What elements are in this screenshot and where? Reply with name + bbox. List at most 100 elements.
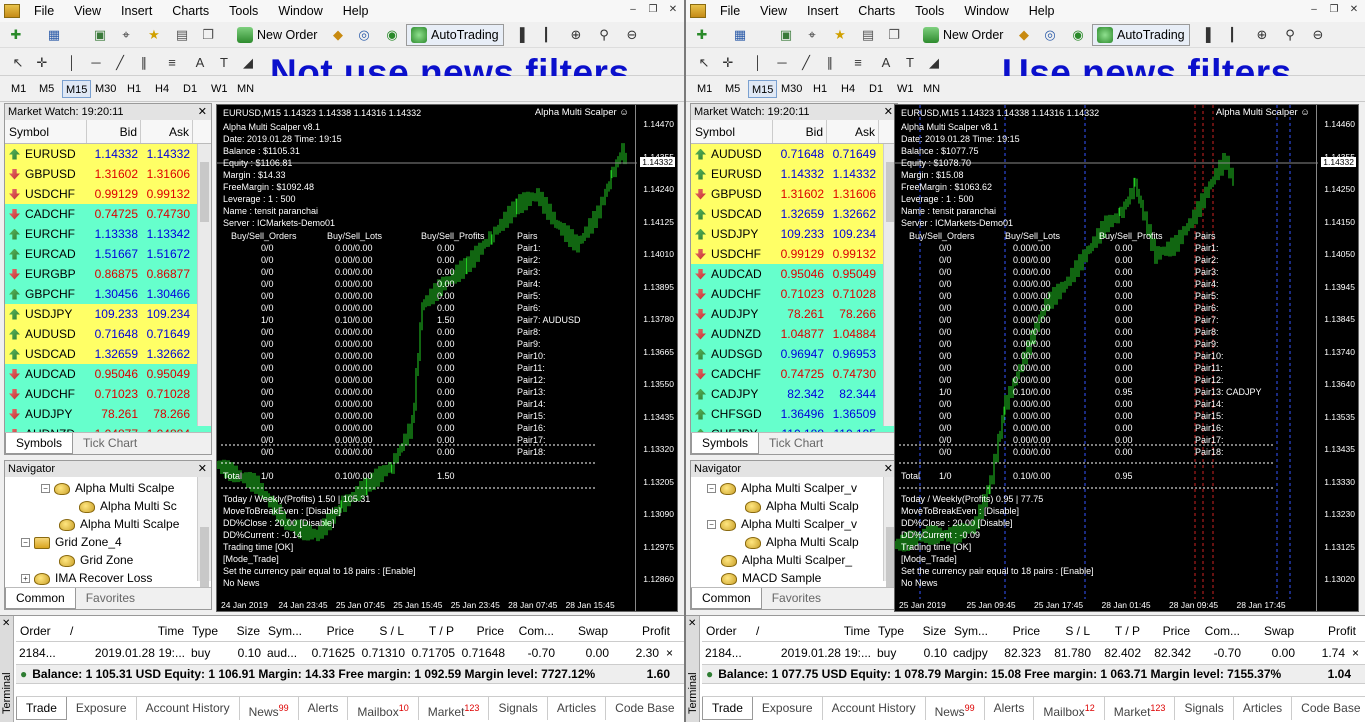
- column-header[interactable]: Price: [458, 624, 508, 638]
- column-header[interactable]: Profit: [612, 624, 674, 638]
- metaeditor-icon[interactable]: ◆: [328, 26, 348, 44]
- market-watch-row[interactable]: CADCHF 0.74725 0.74730: [5, 204, 211, 224]
- column-header[interactable]: S / L: [358, 624, 408, 638]
- restore-icon[interactable]: ❐: [1327, 4, 1341, 16]
- new-chart-icon[interactable]: ✚: [6, 26, 26, 44]
- timeframe-w1[interactable]: W1: [208, 80, 231, 98]
- column-bid[interactable]: Bid: [773, 120, 827, 143]
- navigator-icon[interactable]: ★: [830, 26, 850, 44]
- market-watch-row[interactable]: GBPUSD 1.31602 1.31606: [5, 164, 211, 184]
- market-watch-row[interactable]: AUDSGD 0.96947 0.96953: [691, 344, 897, 364]
- tab-exposure[interactable]: Exposure: [753, 697, 823, 720]
- market-watch-row[interactable]: USDCAD 1.32659 1.32662: [5, 344, 211, 364]
- market-watch-row[interactable]: EURGBP 0.86875 0.86877: [5, 264, 211, 284]
- market-watch-row[interactable]: USDJPY 109.233 109.234: [5, 304, 211, 324]
- close-icon[interactable]: ✕: [1347, 4, 1361, 16]
- tab-tick-chart[interactable]: Tick Chart: [73, 433, 147, 454]
- scrollbar-thumb[interactable]: [200, 527, 209, 587]
- tab-favorites[interactable]: Favorites: [76, 588, 145, 609]
- navigator-item[interactable]: Alpha Multi Sc: [79, 497, 177, 515]
- market-watch-row[interactable]: AUDCAD 0.95046 0.95049: [691, 264, 897, 284]
- new-order-button[interactable]: New Order: [232, 24, 322, 46]
- crosshair-tool-icon[interactable]: ✛: [32, 54, 52, 72]
- tab-common[interactable]: Common: [691, 588, 762, 609]
- market-watch-row[interactable]: CHFSGD 1.36496 1.36509: [691, 404, 897, 424]
- timeframe-m5[interactable]: M5: [36, 80, 57, 98]
- cursor-icon[interactable]: ↖: [694, 54, 714, 72]
- column-bid[interactable]: Bid: [87, 120, 141, 143]
- navigator-item[interactable]: Alpha Multi Scalp: [745, 497, 859, 515]
- market-watch-row[interactable]: EURCAD 1.51667 1.51672: [5, 244, 211, 264]
- zoom-in-icon[interactable]: ⊕: [1252, 26, 1272, 44]
- market-watch-row[interactable]: AUDCHF 0.71023 0.71028: [691, 284, 897, 304]
- tab-news[interactable]: News99: [240, 697, 299, 720]
- trade-row[interactable]: 2184... 2019.01.28 19:... buy 0.10 cadjpy 82.…: [702, 643, 1365, 663]
- scrollbar-thumb[interactable]: [200, 162, 209, 222]
- column-ask[interactable]: Ask: [141, 120, 193, 143]
- menu-charts[interactable]: Charts: [162, 0, 219, 22]
- timeframe-m5[interactable]: M5: [722, 80, 743, 98]
- tab-trade[interactable]: Trade: [702, 697, 753, 720]
- market-watch-row[interactable]: AUDJPY 78.261 78.266: [5, 404, 211, 424]
- column-header[interactable]: /: [752, 624, 770, 638]
- timeframe-h1[interactable]: H1: [124, 80, 144, 98]
- tab-symbols[interactable]: Symbols: [691, 433, 760, 454]
- chart-bars-icon[interactable]: ▐: [1196, 26, 1216, 44]
- column-header[interactable]: Size: [914, 624, 950, 638]
- market-watch-row[interactable]: AUDNZD 1.04877 1.04884: [691, 324, 897, 344]
- terminal-icon[interactable]: ▤: [172, 26, 192, 44]
- tester-icon[interactable]: ❐: [198, 26, 218, 44]
- tab-articles[interactable]: Articles: [548, 697, 607, 720]
- new-chart-icon[interactable]: ✚: [692, 26, 712, 44]
- navigator-item[interactable]: Alpha Multi Scalpe: [59, 515, 179, 533]
- tab-mailbox[interactable]: Mailbox10: [348, 697, 419, 720]
- minimize-icon[interactable]: –: [626, 4, 640, 16]
- tab-trade[interactable]: Trade: [16, 697, 67, 720]
- market-watch-row[interactable]: EURCHF 1.13338 1.13342: [5, 224, 211, 244]
- candles-icon[interactable]: ┃: [536, 26, 556, 44]
- tab-code-base[interactable]: Code Base: [1292, 697, 1365, 720]
- column-ask[interactable]: Ask: [827, 120, 879, 143]
- label-icon[interactable]: T: [900, 54, 920, 72]
- timeframe-mn[interactable]: MN: [920, 80, 943, 98]
- column-header[interactable]: Com...: [508, 624, 558, 638]
- column-header[interactable]: Swap: [1244, 624, 1298, 638]
- menu-window[interactable]: Window: [954, 0, 1018, 22]
- navigator-scrollbar[interactable]: [197, 477, 211, 587]
- tab-account-history[interactable]: Account History: [137, 697, 240, 720]
- menu-tools[interactable]: Tools: [219, 0, 268, 22]
- column-header[interactable]: Com...: [1194, 624, 1244, 638]
- column-symbol[interactable]: Symbol: [5, 120, 87, 143]
- market-watch-row[interactable]: EURUSD 1.14332 1.14332: [691, 164, 897, 184]
- menu-insert[interactable]: Insert: [797, 0, 848, 22]
- market-watch-row[interactable]: AUDUSD 0.71648 0.71649: [5, 324, 211, 344]
- navigator-item[interactable]: − Alpha Multi Scalper_v: [707, 479, 857, 497]
- column-header[interactable]: Sym...: [950, 624, 994, 638]
- market-watch-row[interactable]: EURUSD 1.14332 1.14332: [5, 144, 211, 164]
- tab-market[interactable]: Market123: [419, 697, 490, 720]
- timeframe-d1[interactable]: D1: [180, 80, 200, 98]
- timeframe-m15[interactable]: M15: [62, 80, 92, 98]
- timeframe-m1[interactable]: M1: [8, 80, 29, 98]
- market-watch-row[interactable]: AUDJPY 78.261 78.266: [691, 304, 897, 324]
- menu-help[interactable]: Help: [333, 0, 379, 22]
- timeframe-w1[interactable]: W1: [894, 80, 917, 98]
- text-icon[interactable]: A: [190, 54, 210, 72]
- autotrading-button[interactable]: AutoTrading: [1092, 24, 1190, 46]
- zoom-out-icon[interactable]: ⊖: [1308, 26, 1328, 44]
- shapes-icon[interactable]: ◢: [924, 54, 944, 72]
- tab-common[interactable]: Common: [5, 588, 76, 609]
- column-header[interactable]: Time: [84, 624, 188, 638]
- column-header[interactable]: Type: [188, 624, 228, 638]
- signals-icon[interactable]: ◎: [354, 26, 374, 44]
- timeframe-h1[interactable]: H1: [810, 80, 830, 98]
- close-icon[interactable]: ✕: [198, 104, 207, 120]
- zoom-in-icon[interactable]: ⊕: [566, 26, 586, 44]
- crosshair-icon[interactable]: ⌖: [116, 26, 136, 44]
- label-icon[interactable]: T: [214, 54, 234, 72]
- price-chart[interactable]: EURUSD,M15 1.14323 1.14338 1.14316 1.143…: [894, 104, 1359, 612]
- menu-help[interactable]: Help: [1019, 0, 1065, 22]
- tab-code-base[interactable]: Code Base: [606, 697, 684, 720]
- profiles-icon[interactable]: ▦: [730, 26, 750, 44]
- navigator-item[interactable]: − Alpha Multi Scalpe: [41, 479, 174, 497]
